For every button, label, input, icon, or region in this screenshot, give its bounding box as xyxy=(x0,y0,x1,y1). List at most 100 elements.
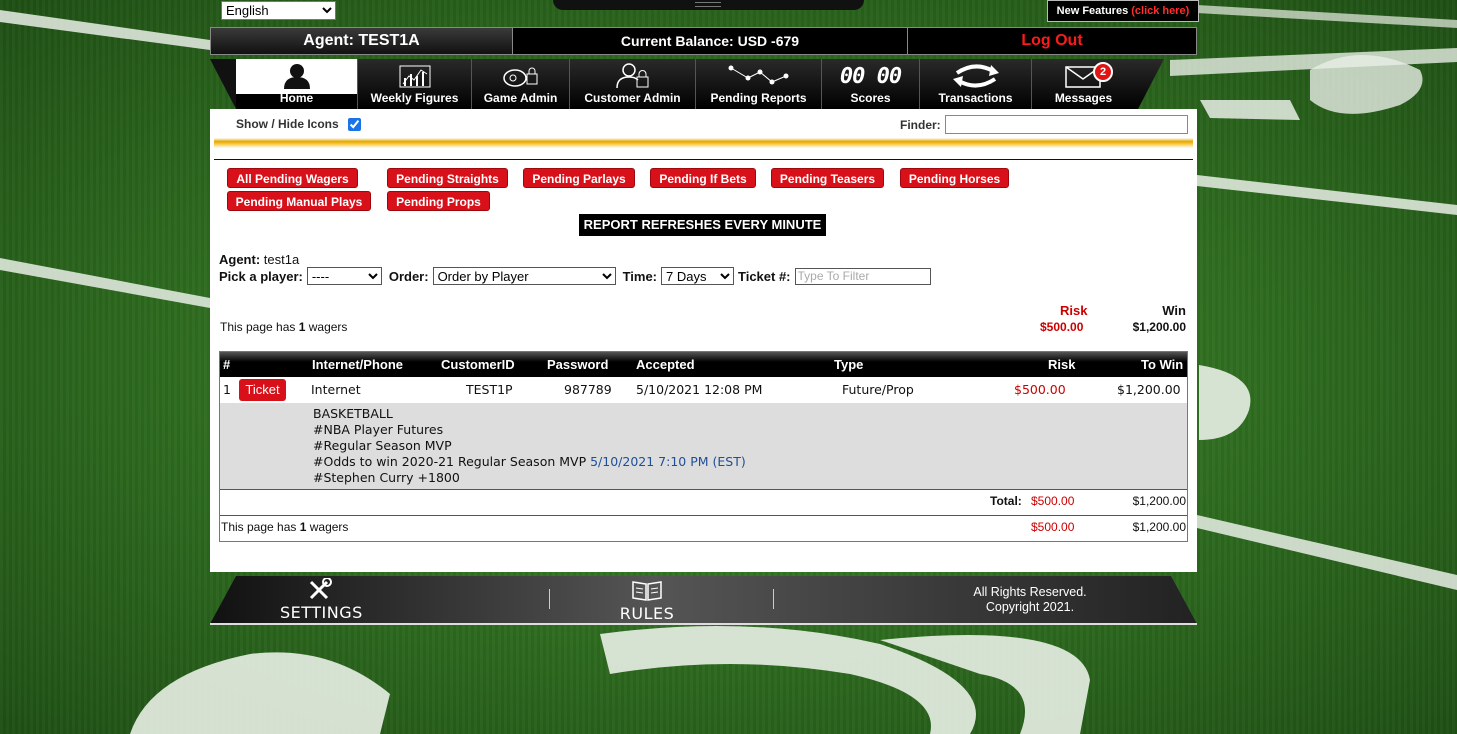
gold-divider xyxy=(214,138,1193,148)
win-total-top: $1,200.00 xyxy=(1132,320,1186,334)
col-to-win: To Win xyxy=(1141,357,1184,372)
row-accepted: 5/10/2021 12:08 PM xyxy=(636,382,763,397)
whistle-lock-icon xyxy=(501,63,541,89)
pending-horses-button[interactable]: Pending Horses xyxy=(900,168,1009,188)
pending-parlays-button[interactable]: Pending Parlays xyxy=(523,168,635,188)
pending-props-button[interactable]: Pending Props xyxy=(387,191,490,211)
player-select[interactable]: ---- xyxy=(306,267,382,285)
detail-line: #Odds to win 2020-21 Regular Season MVP … xyxy=(313,454,1187,470)
pending-manual-plays-button[interactable]: Pending Manual Plays xyxy=(227,191,371,211)
col-password: Password xyxy=(547,357,609,372)
show-hide-icons: Show / Hide Icons xyxy=(236,117,361,131)
bar-chart-icon xyxy=(399,63,431,89)
total-win: $1,200.00 xyxy=(1132,494,1186,508)
nav-messages[interactable]: Messages 2 xyxy=(1032,59,1135,109)
pending-teasers-button[interactable]: Pending Teasers xyxy=(771,168,884,188)
new-features-link[interactable]: New Features (click here) xyxy=(1047,0,1199,22)
row-customer-id: TEST1P xyxy=(466,382,513,397)
row-type: Future/Prop xyxy=(842,382,914,397)
detail-line-text: #Odds to win 2020-21 Regular Season MVP xyxy=(313,454,591,469)
detail-line: #Regular Season MVP xyxy=(313,438,452,453)
page-has-text: This page has xyxy=(220,320,299,334)
user-lock-icon xyxy=(613,63,653,89)
divider-line xyxy=(214,159,1193,160)
col-risk: Risk xyxy=(1048,357,1076,372)
book-icon xyxy=(612,579,682,604)
nav-game-admin[interactable]: Game Admin xyxy=(472,59,570,109)
footer: SETTINGS RULES All Rights Reserved. Copy… xyxy=(210,576,1197,626)
bottom-risk: $500.00 xyxy=(1031,520,1075,534)
col-customer-id: CustomerID xyxy=(441,357,515,372)
agent-value: test1a xyxy=(263,252,300,267)
wagers-text: wagers xyxy=(305,320,348,334)
row-password: 987789 xyxy=(564,382,612,397)
refresh-notice: REPORT REFRESHES EVERY MINUTE xyxy=(579,214,826,236)
messages-count-badge: 2 xyxy=(1093,62,1113,82)
row-to-win: $1,200.00 xyxy=(1117,382,1181,397)
nav-scores[interactable]: 00 00 Scores xyxy=(822,59,920,109)
agent-name: Agent: TEST1A xyxy=(211,28,513,54)
language-select[interactable]: English xyxy=(221,1,336,20)
nav-pending-reports[interactable]: Pending Reports xyxy=(696,59,822,109)
nav-label: Pending Reports xyxy=(710,91,807,105)
col-type: Type xyxy=(834,357,864,372)
top-drawer-handle[interactable] xyxy=(553,0,864,10)
finder: Finder: xyxy=(900,115,1188,134)
all-pending-wagers-button[interactable]: All Pending Wagers xyxy=(227,168,358,188)
scoreboard-icon: 00 00 xyxy=(840,63,902,89)
main-panel: Show / Hide Icons Finder: All Pending Wa… xyxy=(210,109,1197,572)
new-features-click-here[interactable]: (click here) xyxy=(1131,5,1189,17)
page-wager-count: This page has 1 wagers xyxy=(220,320,347,334)
time-select[interactable]: 7 Days xyxy=(661,267,734,285)
nav-weekly-figures[interactable]: Weekly Figures xyxy=(358,59,472,109)
logout-button[interactable]: Log Out xyxy=(908,28,1196,54)
nav-home[interactable]: Home xyxy=(236,59,358,109)
wrench-screwdriver-icon xyxy=(280,577,360,603)
page-wager-count-bottom: This page has 1 wagers xyxy=(221,520,348,534)
bottom-win: $1,200.00 xyxy=(1132,520,1186,534)
pending-straights-button[interactable]: Pending Straights xyxy=(387,168,508,188)
nav-label: Home xyxy=(279,91,314,105)
nav-label: Messages xyxy=(1054,91,1113,105)
nav-label: Weekly Figures xyxy=(370,91,459,105)
win-header: Win xyxy=(1162,303,1186,318)
rules-link[interactable]: RULES xyxy=(612,579,682,623)
risk-total-top: $500.00 xyxy=(1040,320,1084,334)
wagers-table: # Internet/Phone CustomerID Password Acc… xyxy=(219,351,1188,542)
ticket-filter-input[interactable] xyxy=(794,267,931,285)
show-hide-checkbox[interactable] xyxy=(347,117,361,131)
wagers-text: wagers xyxy=(306,520,349,534)
page-has-text: This page has xyxy=(221,520,300,534)
table-divider xyxy=(220,515,1187,516)
row-risk: $500.00 xyxy=(1014,382,1066,397)
nav-customer-admin[interactable]: Customer Admin xyxy=(570,59,696,109)
network-graph-icon xyxy=(728,63,790,89)
detail-line: #Stephen Curry +1800 xyxy=(313,470,460,485)
nav-label: Transactions xyxy=(938,91,1013,105)
detail-event-date: 5/10/2021 7:10 PM (EST) xyxy=(590,454,746,469)
filters-row: Pick a player: ---- Order: Order by Play… xyxy=(219,267,931,285)
grip-icon xyxy=(695,2,721,7)
total-label: Total: xyxy=(990,494,1022,508)
order-select[interactable]: Order by Player xyxy=(432,267,616,285)
nav-label: Game Admin xyxy=(483,91,558,105)
detail-sport: BASKETBALL xyxy=(313,406,393,421)
col-accepted: Accepted xyxy=(636,357,695,372)
settings-label: SETTINGS xyxy=(280,603,363,622)
settings-link[interactable]: SETTINGS xyxy=(280,577,363,622)
footer-separator xyxy=(773,589,774,609)
time-label: Time: xyxy=(622,268,657,284)
ticket-button[interactable]: Ticket xyxy=(239,379,286,401)
copyright-year: Copyright 2021. xyxy=(985,600,1075,614)
show-hide-label: Show / Hide Icons xyxy=(236,117,339,131)
finder-input[interactable] xyxy=(944,115,1188,134)
agent-bar: Agent: TEST1A Current Balance: USD -679 … xyxy=(210,27,1197,55)
agent-label: Agent: xyxy=(219,252,261,267)
order-label: Order: xyxy=(388,268,429,284)
pending-if-bets-button[interactable]: Pending If Bets xyxy=(650,168,756,188)
player-label: Pick a player: xyxy=(219,268,303,284)
rights-reserved: All Rights Reserved. xyxy=(973,585,1087,599)
total-risk: $500.00 xyxy=(1031,494,1075,508)
row-num: 1 xyxy=(223,382,231,397)
nav-transactions[interactable]: Transactions xyxy=(920,59,1032,109)
